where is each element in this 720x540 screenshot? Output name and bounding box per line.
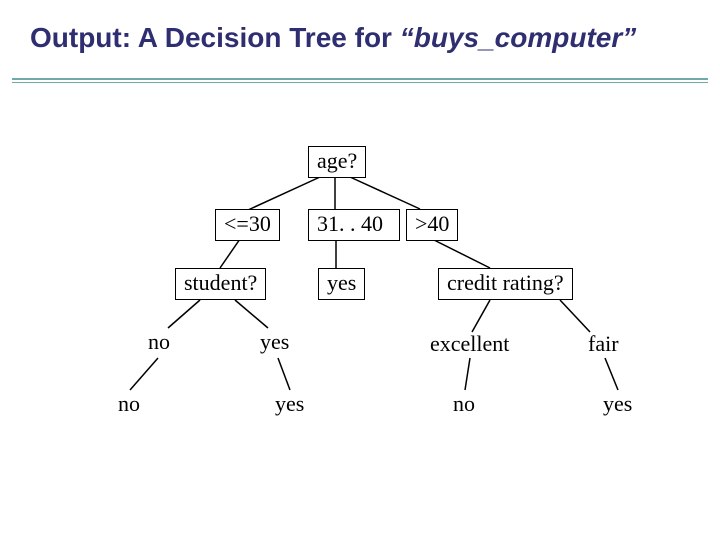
node-age: age? xyxy=(308,146,366,178)
branch-age-gt40: >40 xyxy=(406,209,458,241)
branch-credit-fair: fair xyxy=(588,330,619,358)
page-title: Output: A Decision Tree for “buys_comput… xyxy=(30,22,636,54)
leaf-student-yes: yes xyxy=(275,390,304,418)
branch-age-31-40: 31. . 40 xyxy=(308,209,400,241)
branch-age-le30: <=30 xyxy=(215,209,280,241)
branch-student-no: no xyxy=(148,328,170,356)
branch-student-yes: yes xyxy=(260,328,289,356)
leaf-credit-excellent: no xyxy=(453,390,475,418)
slide: Output: A Decision Tree for “buys_comput… xyxy=(0,0,720,540)
leaf-mid-yes: yes xyxy=(318,268,365,300)
leaf-credit-fair: yes xyxy=(603,390,632,418)
leaf-student-no: no xyxy=(118,390,140,418)
node-student: student? xyxy=(175,268,266,300)
title-prefix: Output: A Decision Tree for xyxy=(30,22,400,53)
title-underline xyxy=(0,78,720,83)
branch-credit-excellent: excellent xyxy=(430,330,509,358)
node-credit: credit rating? xyxy=(438,268,573,300)
title-quoted: “buys_computer” xyxy=(400,22,637,53)
